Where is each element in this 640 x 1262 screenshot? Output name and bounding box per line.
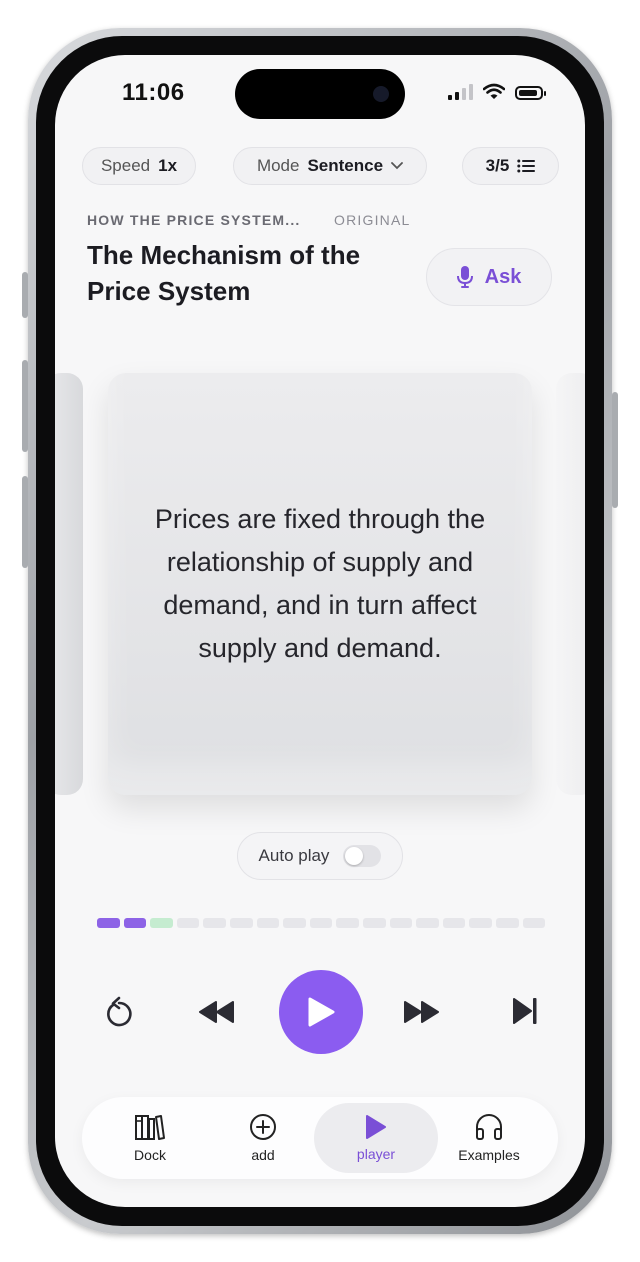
play-icon	[366, 1115, 386, 1139]
breadcrumb[interactable]: HOW THE PRICE SYSTEM...	[87, 212, 301, 228]
status-time: 11:06	[122, 79, 185, 106]
progress-segment	[522, 918, 546, 928]
plus-circle-icon	[250, 1114, 276, 1140]
progress-segment	[336, 918, 359, 928]
progress-segment	[176, 918, 200, 928]
progress-segment	[283, 918, 306, 928]
volume-up-button	[22, 360, 28, 452]
next-button[interactable]	[401, 995, 441, 1029]
autoplay-control[interactable]: Auto play	[237, 832, 403, 880]
rewind-icon	[199, 1001, 234, 1023]
replay-button[interactable]	[99, 993, 139, 1033]
books-icon	[135, 1115, 165, 1140]
original-tag: ORIGINAL	[334, 212, 411, 228]
progress-segment	[150, 918, 173, 928]
action-button	[22, 272, 28, 318]
position-counter: 3/5	[485, 156, 510, 175]
mode-dropdown[interactable]: Mode Sentence	[233, 147, 427, 185]
progress-segment	[256, 918, 280, 928]
play-button[interactable]	[279, 970, 363, 1054]
progress-segment	[123, 918, 147, 928]
microphone-icon	[456, 266, 473, 288]
replay-icon	[107, 996, 132, 1027]
progress-segment	[229, 918, 253, 928]
previous-button[interactable]	[197, 995, 237, 1029]
speed-button[interactable]: Speed 1x	[82, 147, 196, 185]
sentence-text: Prices are fixed through the relationshi…	[154, 504, 486, 663]
skip-forward-icon	[513, 998, 537, 1024]
page-title: The Mechanism of the Price System	[87, 240, 361, 306]
progress-segment	[416, 918, 439, 928]
ask-label: Ask	[484, 265, 522, 288]
next-card[interactable]	[556, 373, 585, 795]
speed-value: 1x	[158, 156, 178, 175]
chevron-down-icon	[391, 162, 403, 170]
power-button	[612, 392, 618, 508]
ask-button[interactable]: Ask	[426, 248, 552, 306]
progress-segment	[495, 918, 519, 928]
volume-down-button	[22, 476, 28, 568]
list-icon	[517, 159, 536, 173]
speed-label: Speed	[100, 156, 151, 175]
progress-segment	[309, 918, 333, 928]
wifi-icon	[483, 83, 505, 99]
tab-examples-label: Examples	[458, 1147, 520, 1163]
tab-dock-label: Dock	[134, 1147, 166, 1163]
progress-segment	[362, 918, 386, 928]
autoplay-label: Auto play	[258, 846, 330, 865]
app-screen: 11:06 Speed 1x Mode Sentence 3/5 HOW THE…	[55, 55, 585, 1207]
tab-add-label: add	[251, 1147, 275, 1163]
progress-segments	[97, 918, 546, 928]
fast-forward-icon	[404, 1001, 439, 1023]
progress-segment	[469, 918, 492, 928]
previous-card[interactable]	[55, 373, 83, 795]
sentence-list-button[interactable]: 3/5	[462, 147, 559, 185]
dynamic-island	[235, 69, 405, 119]
mode-value: Sentence	[307, 156, 384, 175]
mode-label: Mode	[256, 156, 300, 175]
progress-segment	[203, 918, 226, 928]
battery-icon	[515, 86, 546, 100]
progress-segment	[97, 918, 120, 928]
headphones-icon	[476, 1114, 502, 1140]
tab-player[interactable]: player	[314, 1103, 438, 1173]
tab-bar: Dock add player Examples	[82, 1097, 558, 1179]
tab-player-label: player	[356, 1146, 396, 1162]
cellular-signal-icon	[448, 84, 473, 100]
autoplay-toggle[interactable]	[343, 845, 382, 867]
status-icons	[448, 83, 546, 100]
progress-segment	[442, 918, 466, 928]
tab-add[interactable]: add	[203, 1103, 323, 1173]
play-icon	[308, 997, 335, 1027]
tab-examples[interactable]: Examples	[429, 1103, 549, 1173]
skip-to-end-button[interactable]	[507, 993, 543, 1029]
tab-dock[interactable]: Dock	[90, 1103, 210, 1173]
camera-icon	[373, 86, 389, 102]
progress-segment	[389, 918, 413, 928]
sentence-card[interactable]: Prices are fixed through the relationshi…	[108, 373, 532, 795]
